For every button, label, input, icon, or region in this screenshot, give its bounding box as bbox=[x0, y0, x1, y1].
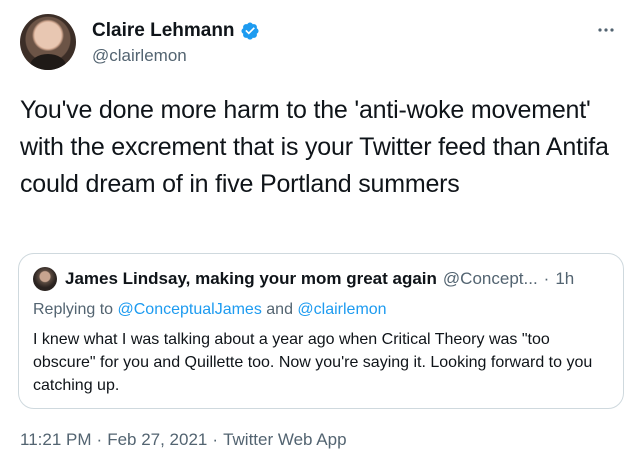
replying-prefix: Replying to bbox=[33, 301, 114, 318]
author-handle[interactable]: @clairlemon bbox=[92, 46, 260, 66]
tweet-header: Claire Lehmann @clairlemon bbox=[20, 14, 620, 74]
quoted-timestamp: 1h bbox=[555, 269, 575, 288]
reply-conjunction: and bbox=[266, 301, 293, 318]
quoted-separator: · bbox=[543, 269, 550, 288]
reply-mention-conceptualjames[interactable]: @ConceptualJames bbox=[118, 301, 262, 318]
tweet-source[interactable]: Twitter Web App bbox=[223, 430, 346, 449]
footer-separator-2: · bbox=[212, 430, 219, 449]
quoted-author-name: James Lindsay, making your mom great aga… bbox=[65, 269, 437, 288]
quoted-author-handle: @Concept... bbox=[442, 269, 538, 288]
author-avatar[interactable] bbox=[20, 14, 76, 70]
more-icon[interactable] bbox=[594, 20, 618, 40]
display-name-row: Claire Lehmann bbox=[92, 20, 260, 42]
footer-separator: · bbox=[96, 430, 103, 449]
reply-mention-clairlemon[interactable]: @clairlemon bbox=[297, 301, 386, 318]
tweet-date[interactable]: Feb 27, 2021 bbox=[107, 430, 207, 449]
author-display-name[interactable]: Claire Lehmann bbox=[92, 20, 235, 42]
verified-badge-icon bbox=[240, 21, 260, 41]
tweet-footer: 11:21 PM · Feb 27, 2021 · Twitter Web App bbox=[20, 430, 347, 450]
quoted-tweet-text: I knew what I was talking about a year a… bbox=[33, 331, 593, 394]
tweet-text: You've done more harm to the 'anti-woke … bbox=[20, 96, 609, 198]
tweet-card: Claire Lehmann @clairlemon You've done m… bbox=[0, 0, 640, 469]
author-info: Claire Lehmann @clairlemon bbox=[92, 20, 260, 66]
quoted-tweet[interactable]: James Lindsay, making your mom great aga… bbox=[18, 253, 624, 409]
replying-to-line: Replying to @ConceptualJames and @clairl… bbox=[33, 301, 387, 319]
quoted-author-avatar bbox=[33, 267, 57, 291]
quoted-tweet-header: James Lindsay, making your mom great aga… bbox=[33, 267, 574, 291]
tweet-time[interactable]: 11:21 PM bbox=[20, 430, 92, 449]
